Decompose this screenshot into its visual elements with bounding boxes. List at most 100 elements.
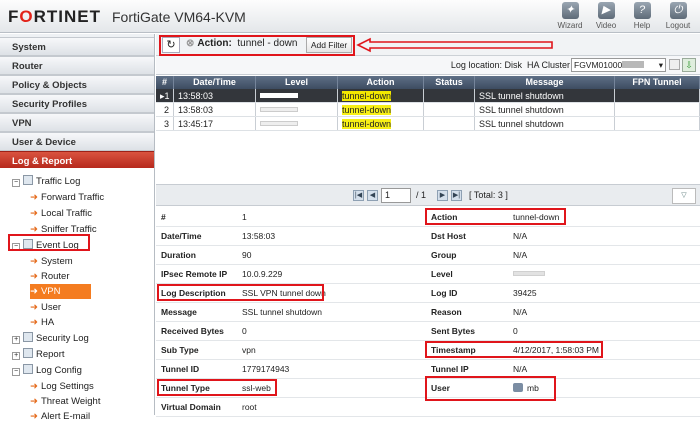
detail-key: Timestamp: [431, 345, 476, 355]
tree-ha[interactable]: ➜ HA: [30, 315, 54, 330]
refresh-button[interactable]: ↻: [162, 37, 180, 53]
detail-key: Log Description: [161, 288, 226, 298]
detail-row: Message SSL tunnel shutdown Reason N/A: [156, 302, 700, 322]
col-datetime[interactable]: Date/Time: [174, 76, 256, 89]
arrow-icon: ➜: [30, 302, 38, 313]
arrow-icon: ➜: [30, 286, 38, 297]
prev-page-button[interactable]: ◀: [367, 190, 378, 201]
col-message[interactable]: Message: [475, 76, 615, 89]
table-row[interactable]: ▸1 13:58:03 tunnel-down SSL tunnel shutd…: [156, 89, 700, 103]
logout-button[interactable]: ⏻ Logout: [660, 2, 696, 30]
detail-key: Duration: [161, 250, 196, 260]
detail-key: Action: [431, 212, 458, 222]
detail-value: 0: [513, 326, 518, 336]
tree-threat-weight[interactable]: ➜ Threat Weight: [30, 394, 100, 409]
expand-icon[interactable]: +: [12, 352, 20, 360]
detail-row: Sub Type vpn Timestamp 4/12/2017, 1:58:03 P…: [156, 340, 700, 360]
tree-security-log[interactable]: + Security Log: [12, 331, 89, 346]
detail-value: N/A: [513, 250, 528, 260]
sidebar-section-security-profiles[interactable]: Security Profiles: [0, 94, 154, 113]
detail-key: Level: [431, 269, 453, 279]
detail-key: User: [431, 383, 450, 393]
detail-row: Tunnel ID 1779174943 Tunnel IP N/A: [156, 359, 700, 379]
arrow-icon: ➜: [30, 271, 38, 282]
arrow-icon: ➜: [30, 256, 38, 267]
add-filter-button[interactable]: Add Filter: [306, 37, 352, 53]
sidebar-section-system[interactable]: System: [0, 37, 154, 56]
ha-cluster-select[interactable]: FGVM01000 ▾: [571, 58, 666, 72]
tree-alert-email[interactable]: ➜ Alert E-mail: [30, 409, 90, 424]
detail-value: 39425: [513, 288, 537, 298]
sidebar-section-policy[interactable]: Policy & Objects: [0, 75, 154, 94]
sidebar: System Router Policy & Objects Security …: [0, 34, 155, 422]
arrow-icon: ➜: [30, 396, 38, 407]
table-row[interactable]: 2 13:58:03 tunnel-down SSL tunnel shutdo…: [156, 103, 700, 117]
detail-value: ssl-web: [242, 383, 271, 393]
active-filter[interactable]: ⊗ Action: tunnel - down: [186, 37, 297, 53]
expand-icon[interactable]: +: [12, 336, 20, 344]
tree-sniffer-traffic[interactable]: ➜ Sniffer Traffic: [30, 222, 97, 237]
tree-user[interactable]: ➜ User: [30, 300, 61, 315]
col-status[interactable]: Status: [424, 76, 475, 89]
next-page-button[interactable]: ▶: [437, 190, 448, 201]
col-num[interactable]: #: [156, 76, 174, 89]
tree-event-log[interactable]: − Event Log: [12, 238, 79, 253]
video-button[interactable]: ▶ Video: [588, 2, 624, 30]
tree-report[interactable]: + Report: [12, 347, 65, 362]
user-icon: [513, 383, 523, 392]
tree-forward-traffic[interactable]: ➜ Forward Traffic: [30, 190, 104, 205]
collapse-icon[interactable]: −: [12, 243, 20, 251]
detail-row: Log Description SSL VPN tunnel down Log ID…: [156, 283, 700, 303]
level-indicator: [260, 121, 298, 126]
tree-router[interactable]: ➜ Router: [30, 269, 69, 284]
first-page-button[interactable]: |◀: [353, 190, 364, 201]
table-row[interactable]: 3 13:45:17 tunnel-down SSL tunnel shutdo…: [156, 117, 700, 131]
product-name: FortiGate VM64-KVM: [112, 9, 246, 25]
detail-toggle-button[interactable]: ▽: [672, 188, 696, 204]
detail-row: Received Bytes 0 Sent Bytes 0: [156, 321, 700, 341]
help-button[interactable]: ? Help: [624, 2, 660, 30]
table-header: # Date/Time Level Action Status Message …: [156, 76, 700, 89]
detail-key: IPsec Remote IP: [161, 269, 228, 279]
logout-icon: ⏻: [669, 2, 687, 19]
tree-traffic-log[interactable]: − Traffic Log: [12, 174, 80, 189]
tree-vpn[interactable]: ➜ VPN: [30, 284, 91, 299]
download-log-button[interactable]: ⇩: [682, 58, 696, 72]
detail-row: IPsec Remote IP 10.0.9.229 Level: [156, 264, 700, 284]
detail-value: N/A: [513, 307, 528, 317]
detail-value: mb: [513, 383, 539, 393]
col-level[interactable]: Level: [256, 76, 338, 89]
refresh-icon: ↻: [166, 39, 176, 51]
page-number-input[interactable]: 1: [381, 188, 411, 203]
last-page-button[interactable]: ▶|: [451, 190, 462, 201]
video-icon: ▶: [597, 2, 615, 19]
tree-log-settings[interactable]: ➜ Log Settings: [30, 379, 94, 394]
detail-key: Tunnel Type: [161, 383, 210, 393]
arrow-icon: ➜: [30, 224, 38, 235]
sidebar-section-user-device[interactable]: User & Device: [0, 132, 154, 151]
detail-key: Date/Time: [161, 231, 202, 241]
collapse-icon[interactable]: −: [12, 368, 20, 376]
tree-system[interactable]: ➜ System: [30, 254, 73, 269]
detail-row: Virtual Domain root: [156, 397, 700, 417]
remove-filter-icon[interactable]: ⊗: [186, 38, 194, 49]
col-action[interactable]: Action: [338, 76, 424, 89]
detail-key: Virtual Domain: [161, 402, 221, 412]
top-bar: FORTINET FortiGate VM64-KVM ✦ Wizard ▶ Vid…: [0, 0, 700, 33]
detail-key: #: [161, 212, 166, 222]
wizard-button[interactable]: ✦ Wizard: [552, 2, 588, 30]
cluster-option-button[interactable]: [669, 59, 680, 70]
log-icon: [23, 175, 33, 185]
detail-key: Sent Bytes: [431, 326, 475, 336]
detail-row: Tunnel Type ssl-web User mb: [156, 378, 700, 398]
sidebar-section-router[interactable]: Router: [0, 56, 154, 75]
download-icon: ⇩: [685, 60, 693, 70]
tree-log-config[interactable]: − Log Config: [12, 363, 82, 378]
sidebar-section-vpn[interactable]: VPN: [0, 113, 154, 132]
detail-key: Sub Type: [161, 345, 199, 355]
total-count: [ Total: 3 ]: [469, 190, 508, 200]
tree-local-traffic[interactable]: ➜ Local Traffic: [30, 206, 92, 221]
collapse-icon[interactable]: −: [12, 179, 20, 187]
col-fpn-tunnel[interactable]: FPN Tunnel: [615, 76, 700, 89]
detail-value: 13:58:03: [242, 231, 276, 241]
